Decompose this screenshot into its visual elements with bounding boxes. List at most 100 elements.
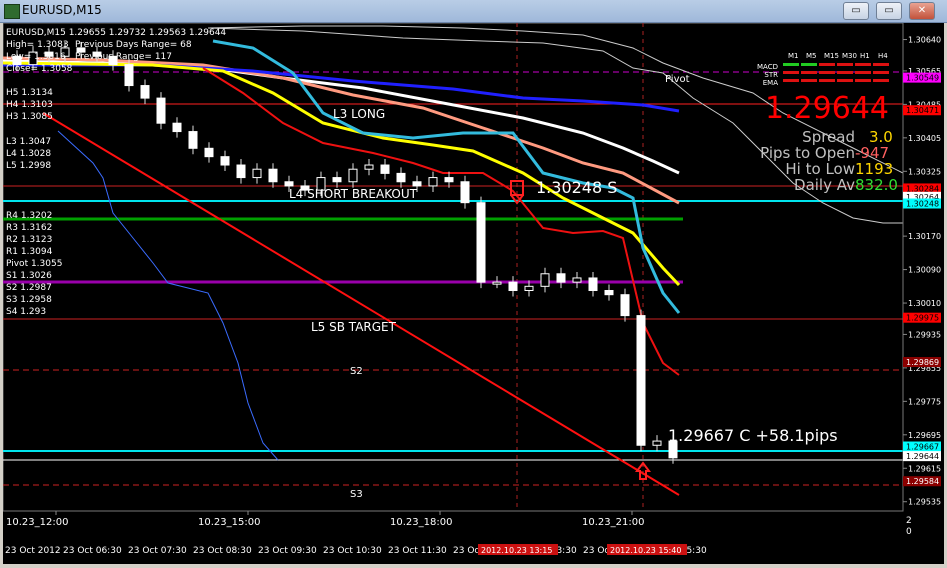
price-marker-label: 1.29584 [906, 477, 939, 486]
daily-label: Daily Av [794, 176, 855, 194]
indicator-row-label: MACD [757, 63, 778, 71]
price-marker-label: 1.29869 [906, 358, 939, 367]
candle-body [156, 97, 166, 124]
indicator-cell [855, 79, 871, 82]
candle-body [268, 168, 278, 183]
level-label: L4 1.3028 [6, 149, 51, 159]
level-label: S4 1.293 [6, 307, 46, 317]
time-label: 23 Oct 2012 [5, 546, 61, 556]
price-tick-label: 1.30325 [908, 167, 941, 176]
price-axis[interactable]: 1.306401.305651.304851.304051.303251.302… [902, 23, 941, 511]
s3-label: S3 [350, 489, 363, 500]
price-marker-label: 1.30471 [906, 106, 939, 115]
timeframe-label: M15 [824, 52, 839, 60]
price-tick-label: 1.30170 [908, 232, 941, 241]
indicator-cell [855, 63, 871, 66]
candle-body [428, 177, 438, 187]
restore-button[interactable]: ▭ [876, 2, 902, 20]
candle-body [556, 273, 566, 283]
candle-body [284, 181, 294, 187]
prev-range2-label: Previous Range= 117 [75, 52, 172, 62]
candle-body [124, 64, 134, 87]
candle-body [364, 164, 374, 170]
close-button[interactable]: ✕ [909, 2, 935, 20]
candle-body [460, 181, 470, 204]
daily-value: 832.0 [855, 176, 898, 194]
candle-body [220, 156, 230, 166]
timeframe-label: M5 [806, 52, 817, 60]
candle-body [380, 164, 390, 174]
window-title: EURUSD,M15 [22, 3, 102, 17]
time-label: 23 Oct 07:30 [128, 546, 187, 556]
level-label: H4 1.3103 [6, 100, 53, 110]
close-result-label: 1.29667 C +58.1pips [668, 426, 838, 445]
level-label: R2 1.3123 [6, 235, 52, 245]
time-axis-lower[interactable]: 23 Oct 2012 23 Oct 06:30 23 Oct 07:30 23 Oc… [5, 546, 707, 556]
price-tick-label: 1.30405 [908, 134, 941, 143]
price-tick-label: 1.30010 [908, 299, 941, 308]
indicator-cell [873, 79, 889, 82]
prev-range-label: Previous Days Range= 68 [75, 40, 192, 50]
candle-body [572, 277, 582, 283]
time-marker-label: 2012.10.23 15:40 [610, 546, 681, 555]
indicator-cell [873, 71, 889, 74]
indicator-cell [837, 79, 853, 82]
level-list-mid: L3 1.3047 L4 1.3028 L5 1.2998 [6, 137, 51, 171]
price-tick-label: 1.29775 [908, 397, 941, 406]
indicator-cell [837, 63, 853, 66]
price-marker-label: 1.29644 [906, 452, 939, 461]
candle-body [236, 164, 246, 179]
level-label: R3 1.3162 [6, 223, 52, 233]
price-marker-label: 1.30248 [906, 200, 939, 209]
indicator-cell [801, 71, 817, 74]
candle-body [620, 294, 630, 317]
close-label: Close= 1.3058 [6, 64, 73, 74]
level-label: H5 1.3134 [6, 88, 53, 98]
price-chart[interactable]: L3 LONG L4 SHORT BREAKOUT L5 SB TARGET S… [2, 22, 944, 564]
chart-icon [4, 4, 20, 19]
level-label: S1 1.3026 [6, 271, 52, 281]
price-tick-label: 1.29695 [908, 431, 941, 440]
price-tick-label: 1.30090 [908, 266, 941, 275]
price-tick-label: 1.30640 [908, 36, 941, 45]
session-label: 10.23_15:00 [198, 517, 260, 528]
s2-label: S2 [350, 366, 363, 377]
candle-body [348, 168, 358, 183]
candle-body [396, 172, 406, 183]
timeframe-label: H4 [878, 52, 888, 60]
indicator-cell [819, 63, 835, 66]
session-label: 10.23_21:00 [582, 517, 644, 528]
candle-body [636, 315, 646, 446]
pivot-label: Pivot [665, 74, 690, 85]
minimize-button[interactable]: ▭ [843, 2, 869, 20]
indicator-cell [855, 71, 871, 74]
signal-label: 1.30248 S [536, 178, 617, 197]
axis-digit-bottom: 0 [906, 527, 912, 537]
level-label: S2 1.2987 [6, 283, 52, 293]
level-label: S3 1.2958 [6, 295, 52, 305]
candle-body [588, 277, 598, 292]
candle-body [252, 168, 262, 179]
l3-long-label: L3 LONG [333, 107, 385, 121]
candle-body [524, 285, 534, 292]
level-label: R4 1.3202 [6, 211, 52, 221]
price-tick-label: 1.29535 [908, 498, 941, 507]
indicator-cell [783, 71, 799, 74]
timeframe-label: H1 [860, 52, 870, 60]
session-label: 10.23_12:00 [6, 517, 68, 528]
candle-body [492, 281, 502, 285]
candle-body [412, 181, 422, 187]
candle-body [140, 85, 150, 99]
candle-body [476, 202, 486, 283]
window-titlebar: EURUSD,M15 ▭ ▭ ✕ [0, 0, 947, 23]
timeframe-label: M1 [788, 52, 799, 60]
timeframe-label: M30 [842, 52, 857, 60]
price-marker-label: 1.29667 [906, 443, 939, 452]
ohlc-header: EURUSD,M15 1.29655 1.29732 1.29563 1.296… [6, 28, 226, 38]
price-marker-label: 1.30549 [906, 74, 939, 83]
indicator-cell [783, 63, 799, 66]
indicator-cell [819, 71, 835, 74]
indicator-cell [801, 79, 817, 82]
chart-area[interactable]: L3 LONG L4 SHORT BREAKOUT L5 SB TARGET S… [2, 22, 944, 564]
level-label: H3 1.3085 [6, 112, 53, 122]
